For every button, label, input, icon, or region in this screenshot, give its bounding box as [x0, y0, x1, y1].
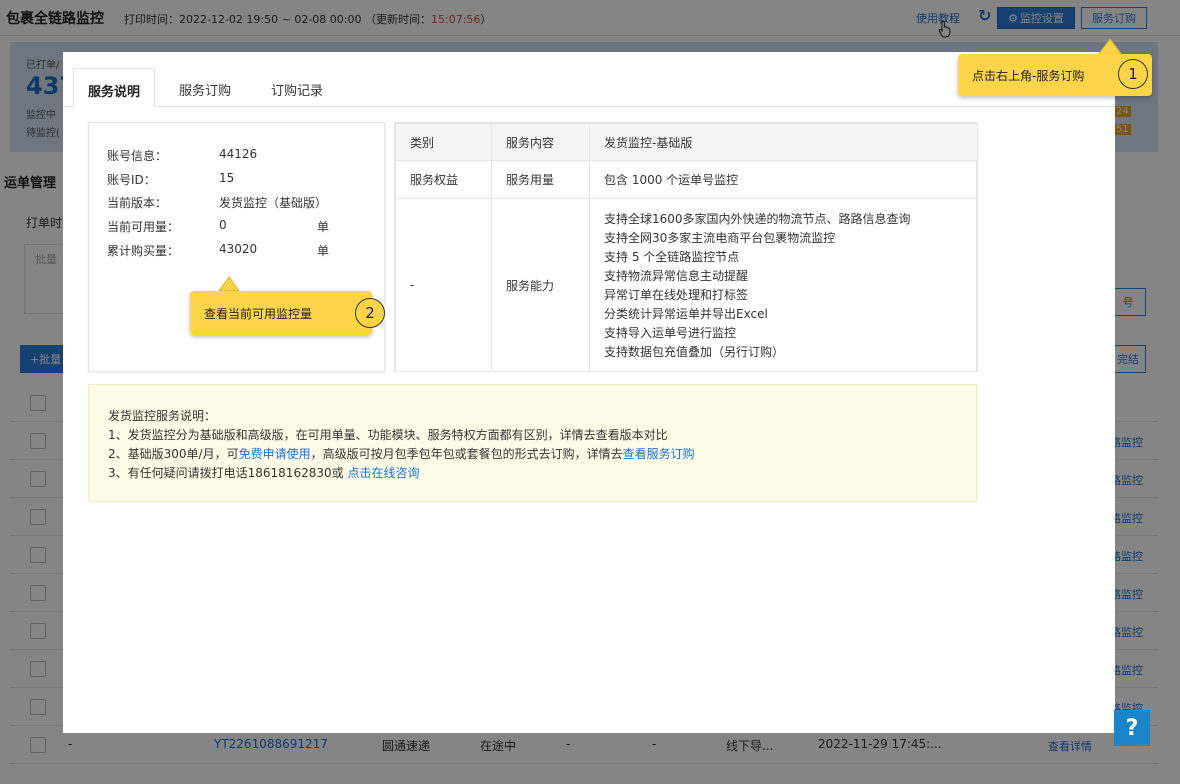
- free-apply-link[interactable]: 免费申请使用: [239, 447, 311, 461]
- available-value: 0: [219, 218, 227, 232]
- version-label: 当前版本：: [107, 196, 168, 210]
- feature-list: 支持全球1600多家国内外快递的物流节点、路路信息查询 支持全网30多家主流电商…: [589, 198, 978, 372]
- usage-cell: 服务用量: [491, 160, 590, 199]
- available-unit: 单: [317, 220, 330, 234]
- account-id-label: 账号ID：: [107, 173, 156, 187]
- capability-cell: 服务能力: [491, 198, 590, 372]
- total-unit: 单: [317, 244, 330, 258]
- tab-subscribe-records[interactable]: 订购记录: [257, 68, 337, 108]
- feature-item: 支持全球1600多家国内外快递的物流节点、路路信息查询: [604, 212, 911, 226]
- service-modal: 服务说明 服务订购 订购记录 账号信息： 44126 账号ID： 15 当前版本…: [63, 52, 1115, 733]
- callout-text: 查看当前可用监控量: [204, 307, 313, 321]
- header-content: 服务内容: [491, 123, 590, 161]
- note-line-3: 3、有任何疑问请拨打电话18618162830或 点击在线咨询: [108, 466, 420, 480]
- callout-number: 2: [355, 298, 385, 328]
- help-button[interactable]: ?: [1114, 710, 1150, 746]
- service-table: 类别 服务内容 发货监控-基础版 服务权益 服务用量 包含 1000 个运单号监…: [394, 122, 978, 372]
- header-category: 类别: [395, 123, 492, 161]
- account-info-value: 44126: [219, 147, 258, 161]
- note-line-2: 2、基础版300单/月，可免费申请使用，高级版可按月包季包年包或套餐包的形式去订…: [108, 447, 695, 461]
- view-subscribe-link[interactable]: 查看服务订购: [623, 447, 695, 461]
- callout-number: 1: [1118, 59, 1148, 89]
- tab-service-description[interactable]: 服务说明: [73, 68, 156, 108]
- feature-item: 支持物流异常信息主动提醒: [604, 269, 749, 283]
- header-version: 发货监控-基础版: [589, 123, 978, 161]
- feature-item: 支持全网30多家主流电商平台包裹物流监控: [604, 231, 836, 245]
- feature-item: 异常订单在线处理和打标签: [604, 288, 749, 302]
- capability-dash: -: [395, 198, 492, 372]
- total-value: 43020: [219, 242, 258, 256]
- account-id-value: 15: [219, 171, 235, 185]
- tab-service-subscribe[interactable]: 服务订购: [165, 68, 245, 108]
- available-label: 当前可用量：: [107, 220, 180, 234]
- feature-item: 支持数据包充值叠加（另行订购）: [604, 345, 785, 359]
- callout-pointer: [218, 276, 240, 292]
- total-label: 累计购买量：: [107, 244, 180, 258]
- version-value: 发货监控（基础版）: [219, 196, 328, 210]
- rights-cell: 服务权益: [395, 160, 492, 199]
- note-line-1: 1、发货监控分为基础版和高级版，在可用单量、功能模块、服务特权方面都有区别，详情…: [108, 428, 668, 442]
- usage-value: 包含 1000 个运单号监控: [589, 160, 978, 199]
- callout-available-tip: 查看当前可用监控量: [190, 291, 372, 335]
- feature-item: 分类统计异常运单并导出Excel: [604, 307, 768, 321]
- online-consult-link[interactable]: 点击在线咨询: [347, 466, 419, 480]
- service-note: 发货监控服务说明： 1、发货监控分为基础版和高级版，在可用单量、功能模块、服务特…: [88, 384, 977, 502]
- note-title: 发货监控服务说明：: [108, 409, 217, 423]
- feature-item: 支持 5 个全链路监控节点: [604, 250, 740, 264]
- feature-item: 支持导入运单号进行监控: [604, 326, 737, 340]
- callout-text: 点击右上角-服务订购: [972, 69, 1085, 83]
- account-info-label: 账号信息：: [107, 149, 168, 163]
